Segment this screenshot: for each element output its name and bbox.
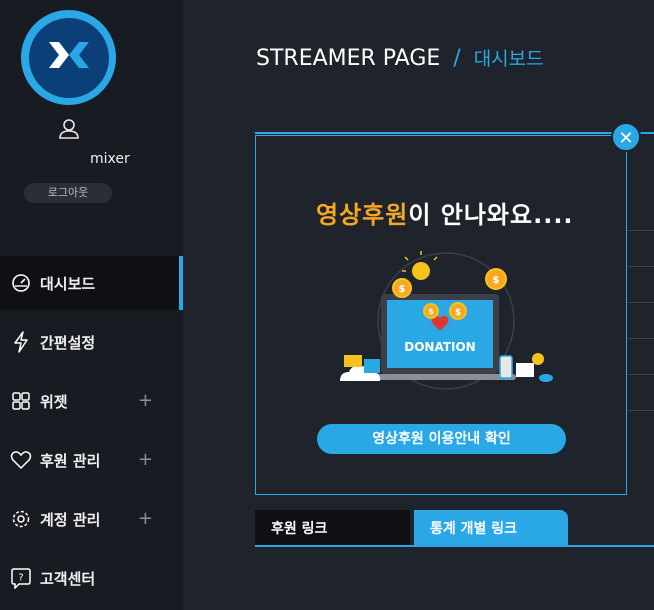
expand-plus-icon[interactable]: +: [138, 390, 153, 411]
gauge-icon: [10, 272, 32, 294]
sidebar-menu: 대시보드 간편설정 위젯 + 후원 관리 + 계정 관리 + ? 고객센터: [0, 256, 183, 610]
donation-laptop-illustration: DONATION $ $ $ $: [340, 251, 553, 390]
expand-plus-icon[interactable]: +: [138, 508, 153, 529]
tab-stats-link[interactable]: 통계 개별 링크: [414, 510, 568, 546]
username: mixer: [90, 151, 130, 167]
video-donation-modal: 영상후원이 안나와요.... DONATION $ $ $ $ 영상후원 이용안…: [255, 135, 627, 495]
sidebar-item-account-management[interactable]: 계정 관리 +: [0, 492, 183, 546]
sidebar-item-label: 후원 관리: [40, 451, 101, 470]
sidebar-item-label: 간편설정: [40, 333, 96, 352]
lightning-icon: [10, 331, 32, 353]
help-icon: ?: [10, 567, 32, 589]
widget-grid-icon: [10, 390, 32, 412]
user-icon: [59, 119, 79, 139]
sidebar-item-dashboard[interactable]: 대시보드: [0, 256, 183, 310]
donation-text: DONATION: [404, 340, 475, 354]
sidebar-item-label: 계정 관리: [40, 510, 101, 529]
sidebar-item-label: 고객센터: [40, 569, 96, 588]
modal-heading-highlight: 영상후원: [316, 201, 409, 229]
video-donation-guide-button[interactable]: 영상후원 이용안내 확인: [317, 424, 566, 454]
sidebar: mixer 로그아웃 대시보드 간편설정 위젯 + 후원 관리 + 계정 관리 …: [0, 0, 183, 610]
page-title-text: STREAMER PAGE: [256, 46, 441, 71]
breadcrumb[interactable]: 대시보드: [474, 48, 544, 70]
content-top-divider: [255, 132, 654, 134]
svg-text:$: $: [455, 308, 461, 318]
modal-heading-rest: 이 안나와요....: [408, 201, 574, 229]
logout-button[interactable]: 로그아웃: [24, 183, 112, 203]
heart-icon: [10, 449, 32, 471]
sidebar-item-label: 대시보드: [40, 274, 96, 293]
tabs-underline: [255, 545, 654, 547]
sidebar-item-quick-settings[interactable]: 간편설정: [0, 315, 183, 369]
mixer-x-icon: [48, 41, 89, 68]
sidebar-item-customer-center[interactable]: ? 고객센터: [0, 551, 183, 605]
sidebar-item-donation-management[interactable]: 후원 관리 +: [0, 433, 183, 487]
page-title: STREAMER PAGE / 대시보드: [256, 44, 544, 71]
logo-inner: [28, 17, 109, 98]
sidebar-item-widget[interactable]: 위젯 +: [0, 374, 183, 428]
svg-text:$: $: [399, 284, 406, 295]
gear-icon: [10, 508, 32, 530]
breadcrumb-separator: /: [453, 46, 461, 71]
svg-text:?: ?: [18, 573, 23, 584]
background-table: [627, 230, 654, 446]
svg-text:$: $: [493, 275, 500, 286]
expand-plus-icon[interactable]: +: [138, 449, 153, 470]
mixer-logo[interactable]: [21, 10, 116, 105]
tab-donation-link[interactable]: 후원 링크: [255, 510, 410, 546]
close-icon[interactable]: ✕: [611, 122, 641, 152]
modal-heading: 영상후원이 안나와요....: [316, 195, 574, 230]
sidebar-item-label: 위젯: [40, 392, 68, 411]
svg-text:$: $: [428, 307, 434, 316]
